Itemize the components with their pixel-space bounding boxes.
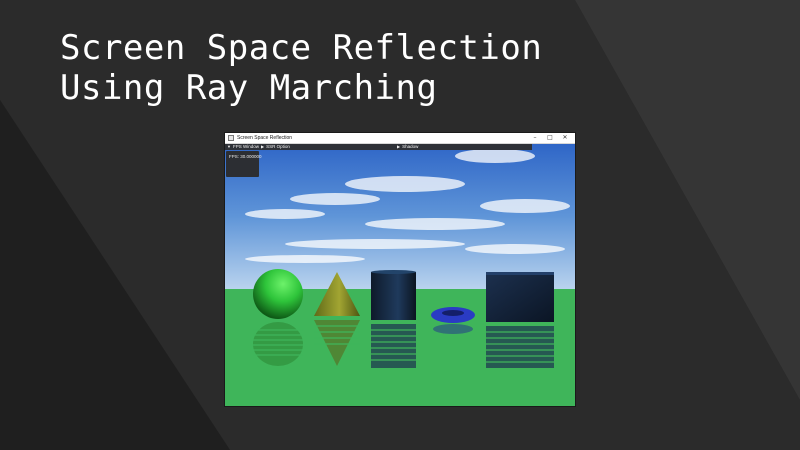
cube-reflection <box>486 326 554 368</box>
fps-panel: FPS: 30.000000 <box>226 151 262 177</box>
torus-reflection <box>433 324 473 334</box>
cylinder-object <box>371 272 416 320</box>
menu-ssr-option-label: SSR Option <box>266 144 290 149</box>
window-title: Screen Space Reflection <box>237 135 293 141</box>
maximize-button[interactable]: □ <box>543 133 557 143</box>
menu-ssr-option[interactable]: ▶ SSR Option <box>261 144 290 150</box>
app-window-icon <box>228 135 234 141</box>
render-viewport <box>225 144 575 406</box>
minimize-button[interactable]: – <box>528 133 542 143</box>
menu-fps-window-label: FPS Window <box>232 144 259 149</box>
sphere-reflection <box>253 322 303 366</box>
torus-hole <box>442 310 464 316</box>
fps-readout: FPS: 30.000000 <box>229 154 262 159</box>
sphere-object <box>253 269 303 319</box>
triangle-down-icon: ▼ <box>227 144 231 149</box>
imgui-menubar: ▼ FPS Window ▶ SSR Option ▶ Shadow <box>225 144 532 150</box>
cylinder-top <box>371 270 416 274</box>
menu-fps-window[interactable]: ▼ FPS Window <box>227 144 259 150</box>
cube-top <box>486 272 554 275</box>
cylinder-reflection <box>371 324 416 368</box>
app-window-screenshot: Screen Space Reflection – □ ✕ ▼ FPS Wind… <box>225 133 575 406</box>
window-titlebar[interactable]: Screen Space Reflection – □ ✕ <box>225 133 575 144</box>
close-button[interactable]: ✕ <box>558 133 572 143</box>
menu-shadow[interactable]: ▶ Shadow <box>397 144 418 150</box>
menu-shadow-label: Shadow <box>402 144 419 149</box>
slide-title: Screen Space Reflection Using Ray Marchi… <box>60 28 660 108</box>
cube-object <box>486 274 554 322</box>
triangle-right-icon: ▶ <box>261 144 265 149</box>
triangle-right-icon: ▶ <box>397 144 401 149</box>
slide-title-line-2: Using Ray Marching <box>60 68 438 108</box>
slide-title-line-1: Screen Space Reflection <box>60 28 543 68</box>
